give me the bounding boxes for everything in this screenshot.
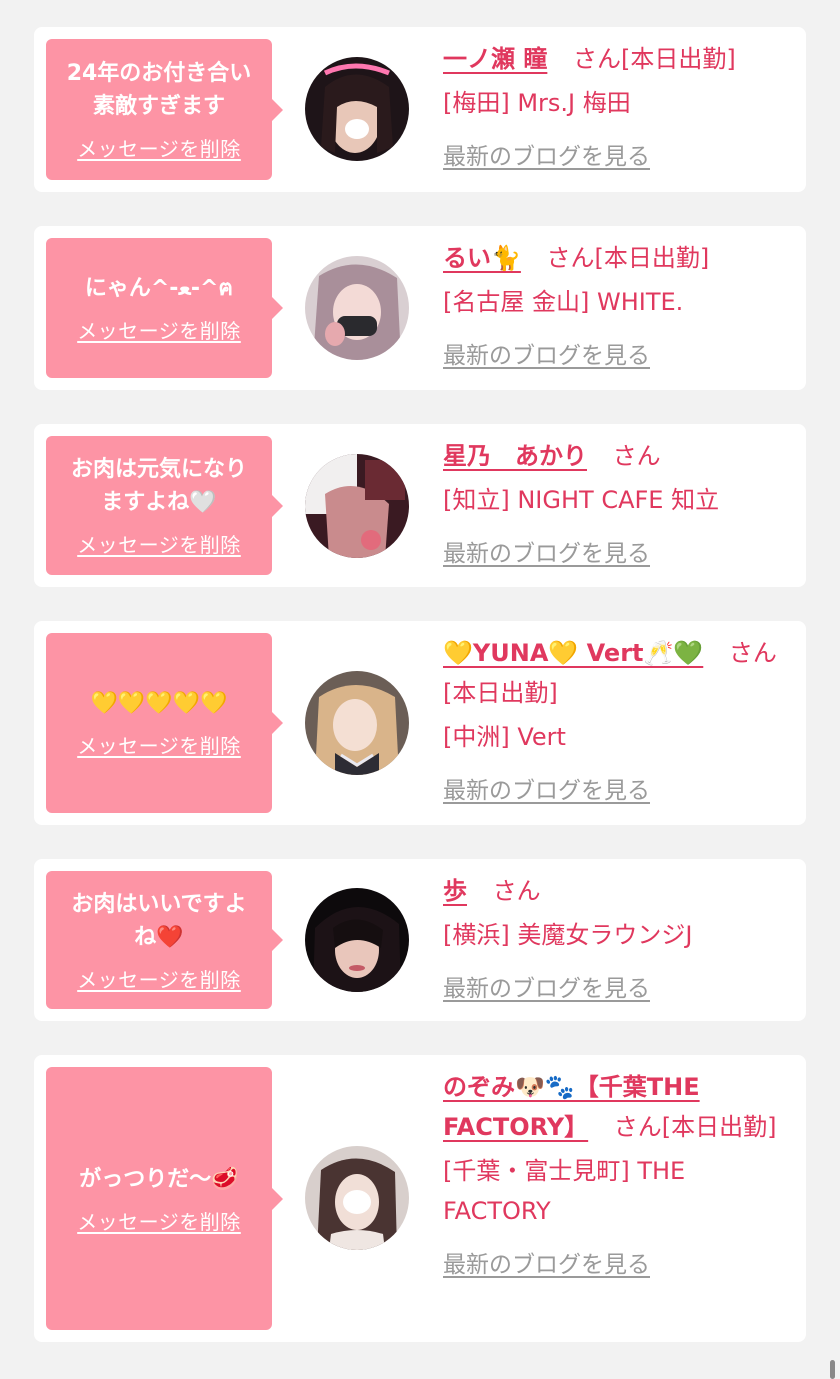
- message-text: 💛💛💛💛💛: [90, 691, 228, 716]
- scrollbar[interactable]: [830, 1360, 835, 1379]
- delete-message-link[interactable]: メッセージを削除: [77, 1206, 241, 1235]
- view-blog-link[interactable]: 最新のブログを見る: [443, 137, 783, 177]
- view-blog-link[interactable]: 最新のブログを見る: [443, 1245, 783, 1285]
- message-card: 24年のお付き合い 素敵すぎます メッセージを削除 一ノ瀬 瞳 さん[本日出勤]…: [34, 27, 806, 192]
- cast-info: 一ノ瀬 瞳 さん[本日出勤] [梅田] Mrs.J 梅田 最新のブログを見る: [443, 39, 783, 177]
- message-text: お肉はいいですよ ね❤️: [71, 891, 247, 950]
- avatar[interactable]: [305, 57, 409, 161]
- shop-name: [梅田] Mrs.J 梅田: [443, 89, 631, 117]
- cast-status: さん[本日出勤]: [546, 244, 710, 272]
- name-line: 星乃 あかり さん: [443, 436, 783, 476]
- name-line: 💛YUNA💛 Vert🥂💚 さん[本日出勤]: [443, 633, 783, 713]
- shop-name: [中洲] Vert: [443, 723, 566, 751]
- message-card: がっつりだ〜🥩 メッセージを削除 のぞみ🐶🐾【千葉THE FACTORY】 さん…: [34, 1055, 806, 1342]
- delete-message-link[interactable]: メッセージを削除: [77, 529, 241, 558]
- shop-name: [千葉・富士見町] THE FACTORY: [443, 1157, 686, 1225]
- message-bubble: にゃん^-ﻌ-^ฅ メッセージを削除: [46, 238, 283, 378]
- name-line: 一ノ瀬 瞳 さん[本日出勤]: [443, 39, 783, 79]
- avatar[interactable]: [305, 454, 409, 558]
- message-card: 💛💛💛💛💛 メッセージを削除 💛YUNA💛 Vert🥂💚 さん[本日出勤] [中…: [34, 621, 806, 825]
- message-card: にゃん^-ﻌ-^ฅ メッセージを削除 るい🐈 さん[本日出勤] [名古屋 金山]…: [34, 226, 806, 390]
- message-text: がっつりだ〜🥩: [79, 1166, 239, 1192]
- message-card: お肉は元気になり ますよね🤍 メッセージを削除 星乃 あかり さん [知立] N…: [34, 424, 806, 587]
- avatar[interactable]: [305, 1146, 409, 1250]
- shop-name: [知立] NIGHT CAFE 知立: [443, 486, 720, 514]
- cast-name-link[interactable]: るい🐈: [443, 244, 521, 272]
- cast-status: さん: [612, 442, 661, 470]
- cast-name-link[interactable]: 星乃 あかり: [443, 442, 587, 470]
- avatar[interactable]: [305, 671, 409, 775]
- view-blog-link[interactable]: 最新のブログを見る: [443, 969, 783, 1009]
- name-line: のぞみ🐶🐾【千葉THE FACTORY】 さん[本日出勤]: [443, 1067, 783, 1147]
- avatar[interactable]: [305, 256, 409, 360]
- cast-name-link[interactable]: 歩: [443, 877, 467, 905]
- message-bubble: 💛💛💛💛💛 メッセージを削除: [46, 633, 283, 813]
- shop-name: [横浜] 美魔女ラウンジJ: [443, 921, 693, 949]
- avatar[interactable]: [305, 888, 409, 992]
- cast-info: 歩 さん [横浜] 美魔女ラウンジJ 最新のブログを見る: [443, 871, 783, 1009]
- message-bubble: お肉はいいですよ ね❤️ メッセージを削除: [46, 871, 283, 1009]
- view-blog-link[interactable]: 最新のブログを見る: [443, 771, 783, 811]
- cast-info: のぞみ🐶🐾【千葉THE FACTORY】 さん[本日出勤] [千葉・富士見町] …: [443, 1067, 783, 1285]
- delete-message-link[interactable]: メッセージを削除: [77, 730, 241, 759]
- cast-status: さん[本日出勤]: [573, 45, 736, 73]
- message-bubble: 24年のお付き合い 素敵すぎます メッセージを削除: [46, 39, 283, 180]
- name-line: 歩 さん: [443, 871, 783, 911]
- message-text: お肉は元気になり ますよね🤍: [70, 457, 247, 515]
- message-text: 24年のお付き合い 素敵すぎます: [66, 61, 252, 119]
- delete-message-link[interactable]: メッセージを削除: [77, 133, 241, 162]
- name-line: るい🐈 さん[本日出勤]: [443, 238, 783, 278]
- view-blog-link[interactable]: 最新のブログを見る: [443, 336, 783, 376]
- message-bubble: お肉は元気になり ますよね🤍 メッセージを削除: [46, 436, 283, 575]
- cast-name-link[interactable]: 一ノ瀬 瞳: [443, 45, 547, 73]
- shop-name: [名古屋 金山] WHITE.: [443, 288, 684, 316]
- delete-message-link[interactable]: メッセージを削除: [77, 315, 241, 344]
- view-blog-link[interactable]: 最新のブログを見る: [443, 534, 783, 574]
- message-bubble: がっつりだ〜🥩 メッセージを削除: [46, 1067, 283, 1330]
- cast-info: 💛YUNA💛 Vert🥂💚 さん[本日出勤] [中洲] Vert 最新のブログを…: [443, 633, 783, 811]
- cast-status: さん[本日出勤]: [613, 1113, 777, 1141]
- cast-info: 星乃 あかり さん [知立] NIGHT CAFE 知立 最新のブログを見る: [443, 436, 783, 574]
- delete-message-link[interactable]: メッセージを削除: [77, 964, 241, 993]
- cast-status: さん: [492, 877, 541, 905]
- message-card: お肉はいいですよ ね❤️ メッセージを削除 歩 さん [横浜] 美魔女ラウンジJ…: [34, 859, 806, 1021]
- cast-name-link[interactable]: 💛YUNA💛 Vert🥂💚: [443, 639, 703, 667]
- message-text: にゃん^-ﻌ-^ฅ: [84, 276, 234, 301]
- cast-info: るい🐈 さん[本日出勤] [名古屋 金山] WHITE. 最新のブログを見る: [443, 238, 783, 376]
